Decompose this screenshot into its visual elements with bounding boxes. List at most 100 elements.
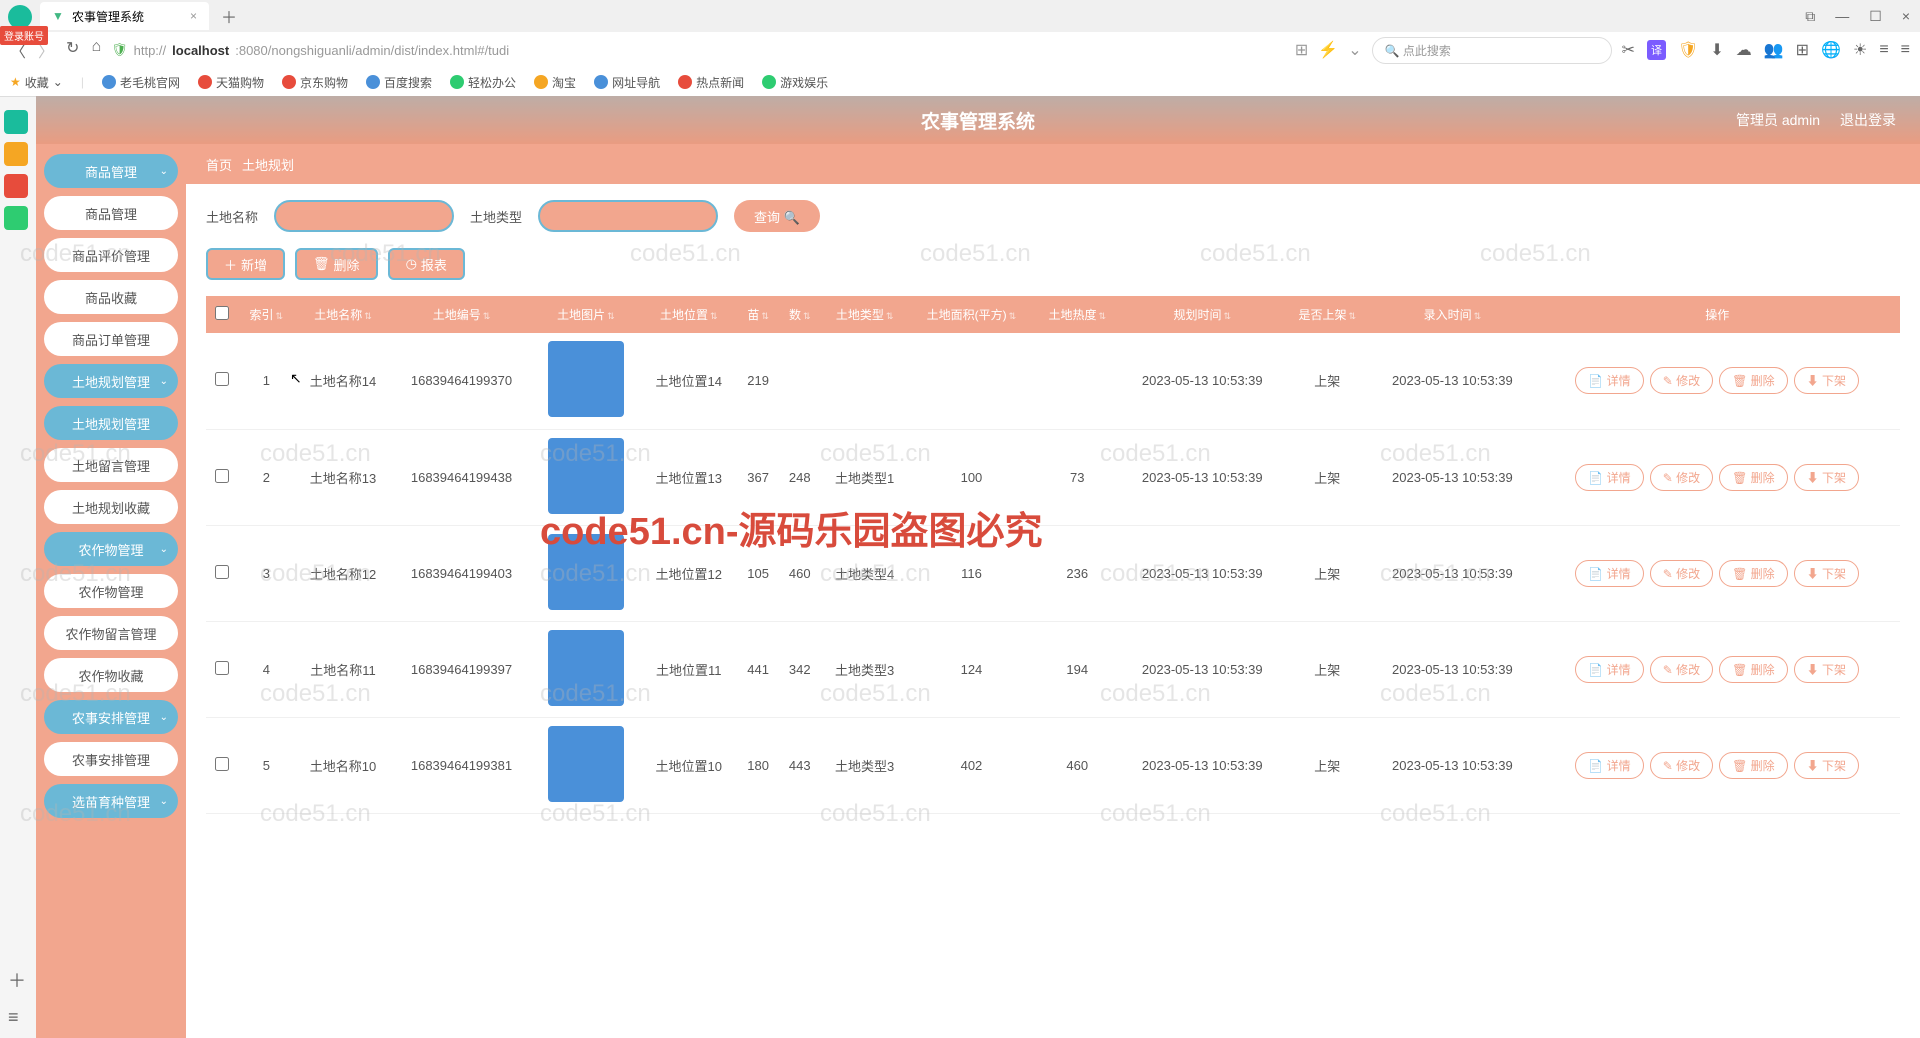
- add-button[interactable]: ＋ 新增: [206, 248, 285, 280]
- column-header[interactable]: [206, 296, 238, 333]
- sidebar-item[interactable]: 农作物收藏: [44, 658, 178, 692]
- dock-weibo-icon[interactable]: [4, 174, 28, 198]
- bookmark-item[interactable]: 百度搜索: [366, 74, 432, 91]
- sidebar-item[interactable]: 农事安排管理: [44, 742, 178, 776]
- bookmark-item[interactable]: 老毛桃官网: [102, 74, 180, 91]
- filter-type-select[interactable]: [538, 200, 718, 232]
- sidebar-item[interactable]: 商品管理⌄: [44, 154, 178, 188]
- tabs-icon[interactable]: ⧉: [1805, 8, 1815, 25]
- edit-button[interactable]: ✎ 修改: [1650, 656, 1713, 683]
- column-header[interactable]: 是否上架⇅: [1284, 296, 1370, 333]
- delete-button[interactable]: 🗑 删除: [1719, 464, 1788, 491]
- row-checkbox[interactable]: [215, 757, 229, 771]
- dock-mail-icon[interactable]: [4, 206, 28, 230]
- translate-icon[interactable]: 译: [1647, 40, 1666, 60]
- delete-button[interactable]: 🗑 删除: [1719, 752, 1788, 779]
- column-header[interactable]: 苗⇅: [737, 296, 779, 333]
- sidebar-item[interactable]: 选苗育种管理⌄: [44, 784, 178, 818]
- shield2-icon[interactable]: 🛡: [1678, 40, 1698, 60]
- bars-icon[interactable]: ≡: [1879, 41, 1888, 59]
- column-header[interactable]: 土地名称⇅: [294, 296, 391, 333]
- off-button[interactable]: ⬇ 下架: [1794, 560, 1859, 587]
- breadcrumb-home[interactable]: 首页: [206, 155, 232, 174]
- globe-icon[interactable]: 🌐: [1821, 40, 1841, 60]
- column-header[interactable]: 土地面积(平方)⇅: [909, 296, 1035, 333]
- detail-button[interactable]: 📄 详情: [1575, 367, 1643, 394]
- column-header[interactable]: 土地位置⇅: [640, 296, 737, 333]
- close-icon[interactable]: ×: [190, 9, 197, 23]
- column-header[interactable]: 土地类型⇅: [821, 296, 909, 333]
- bookmark-item[interactable]: 淘宝: [534, 74, 576, 91]
- bookmark-item[interactable]: 轻松办公: [450, 74, 516, 91]
- column-header[interactable]: 录入时间⇅: [1370, 296, 1534, 333]
- column-header[interactable]: 索引⇅: [238, 296, 294, 333]
- sidebar-item[interactable]: 农作物留言管理: [44, 616, 178, 650]
- sidebar-item[interactable]: 商品管理: [44, 196, 178, 230]
- row-checkbox[interactable]: [215, 469, 229, 483]
- edit-button[interactable]: ✎ 修改: [1650, 560, 1713, 587]
- dock-icon[interactable]: [4, 142, 28, 166]
- sidebar-item[interactable]: 农作物管理⌄: [44, 532, 178, 566]
- bookmark-item[interactable]: 网址导航: [594, 74, 660, 91]
- download-icon[interactable]: ⬇: [1710, 40, 1723, 60]
- menu-icon[interactable]: ≡: [1901, 41, 1910, 59]
- column-header[interactable]: 土地图片⇅: [531, 296, 640, 333]
- plus-icon[interactable]: ＋: [8, 967, 26, 993]
- delete-button[interactable]: 🗑 删除: [1719, 367, 1788, 394]
- login-badge[interactable]: 登录账号: [0, 26, 48, 45]
- report-button[interactable]: ◷ 报表: [388, 248, 465, 280]
- refresh-button[interactable]: ↻: [66, 38, 79, 62]
- sidebar-item[interactable]: 农作物管理: [44, 574, 178, 608]
- qr-icon[interactable]: ⊞: [1295, 40, 1308, 60]
- sidebar-item[interactable]: 土地规划管理⌄: [44, 364, 178, 398]
- select-all-checkbox[interactable]: [215, 306, 229, 320]
- column-header[interactable]: 数⇅: [779, 296, 821, 333]
- logout-button[interactable]: 退出登录: [1840, 110, 1896, 130]
- row-checkbox[interactable]: [215, 565, 229, 579]
- row-checkbox[interactable]: [215, 661, 229, 675]
- browser-tab[interactable]: ▼ 农事管理系统 ×: [40, 2, 209, 30]
- url-input[interactable]: 🛡 http://localhost:8080/nongshiguanli/ad…: [111, 42, 1285, 58]
- maximize-icon[interactable]: ☐: [1869, 8, 1882, 25]
- detail-button[interactable]: 📄 详情: [1575, 656, 1643, 683]
- sidebar-item[interactable]: 农事安排管理⌄: [44, 700, 178, 734]
- delete-button[interactable]: 🗑 删除: [1719, 560, 1788, 587]
- chevron-down-icon[interactable]: ⌄: [1348, 40, 1361, 60]
- sidebar-item[interactable]: 土地留言管理: [44, 448, 178, 482]
- off-button[interactable]: ⬇ 下架: [1794, 367, 1859, 394]
- off-button[interactable]: ⬇ 下架: [1794, 464, 1859, 491]
- sidebar-item[interactable]: 商品订单管理: [44, 322, 178, 356]
- list-icon[interactable]: ≡: [8, 1007, 26, 1028]
- filter-name-input[interactable]: [274, 200, 454, 232]
- sidebar-item[interactable]: 土地规划管理: [44, 406, 178, 440]
- off-button[interactable]: ⬇ 下架: [1794, 752, 1859, 779]
- home-button[interactable]: ⌂: [91, 38, 101, 62]
- bookmark-item[interactable]: 京东购物: [282, 74, 348, 91]
- bookmark-item[interactable]: 游戏娱乐: [762, 74, 828, 91]
- bookmark-item[interactable]: 热点新闻: [678, 74, 744, 91]
- detail-button[interactable]: 📄 详情: [1575, 752, 1643, 779]
- search-input[interactable]: 🔍 点此搜索: [1372, 37, 1612, 64]
- sidebar-item[interactable]: 商品评价管理: [44, 238, 178, 272]
- column-header[interactable]: 规划时间⇅: [1120, 296, 1284, 333]
- dock-icon[interactable]: [4, 110, 28, 134]
- query-button[interactable]: 查询 🔍: [734, 200, 820, 232]
- row-checkbox[interactable]: [215, 372, 229, 386]
- edit-button[interactable]: ✎ 修改: [1650, 752, 1713, 779]
- sun-icon[interactable]: ☀: [1853, 40, 1867, 60]
- scissors-icon[interactable]: ✂: [1622, 40, 1635, 60]
- favorites-button[interactable]: ★收藏 ⌄: [10, 74, 63, 91]
- lightning-icon[interactable]: ⚡: [1318, 40, 1338, 60]
- bookmark-item[interactable]: 天猫购物: [198, 74, 264, 91]
- edit-button[interactable]: ✎ 修改: [1650, 464, 1713, 491]
- column-header[interactable]: 土地编号⇅: [391, 296, 531, 333]
- off-button[interactable]: ⬇ 下架: [1794, 656, 1859, 683]
- sidebar-item[interactable]: 土地规划收藏: [44, 490, 178, 524]
- column-header[interactable]: 操作: [1534, 296, 1900, 333]
- detail-button[interactable]: 📄 详情: [1575, 464, 1643, 491]
- cloud-icon[interactable]: ☁: [1736, 40, 1752, 60]
- minimize-icon[interactable]: —: [1835, 8, 1849, 25]
- column-header[interactable]: 土地热度⇅: [1034, 296, 1120, 333]
- people-icon[interactable]: 👥: [1764, 40, 1784, 60]
- admin-label[interactable]: 管理员 admin: [1736, 110, 1820, 130]
